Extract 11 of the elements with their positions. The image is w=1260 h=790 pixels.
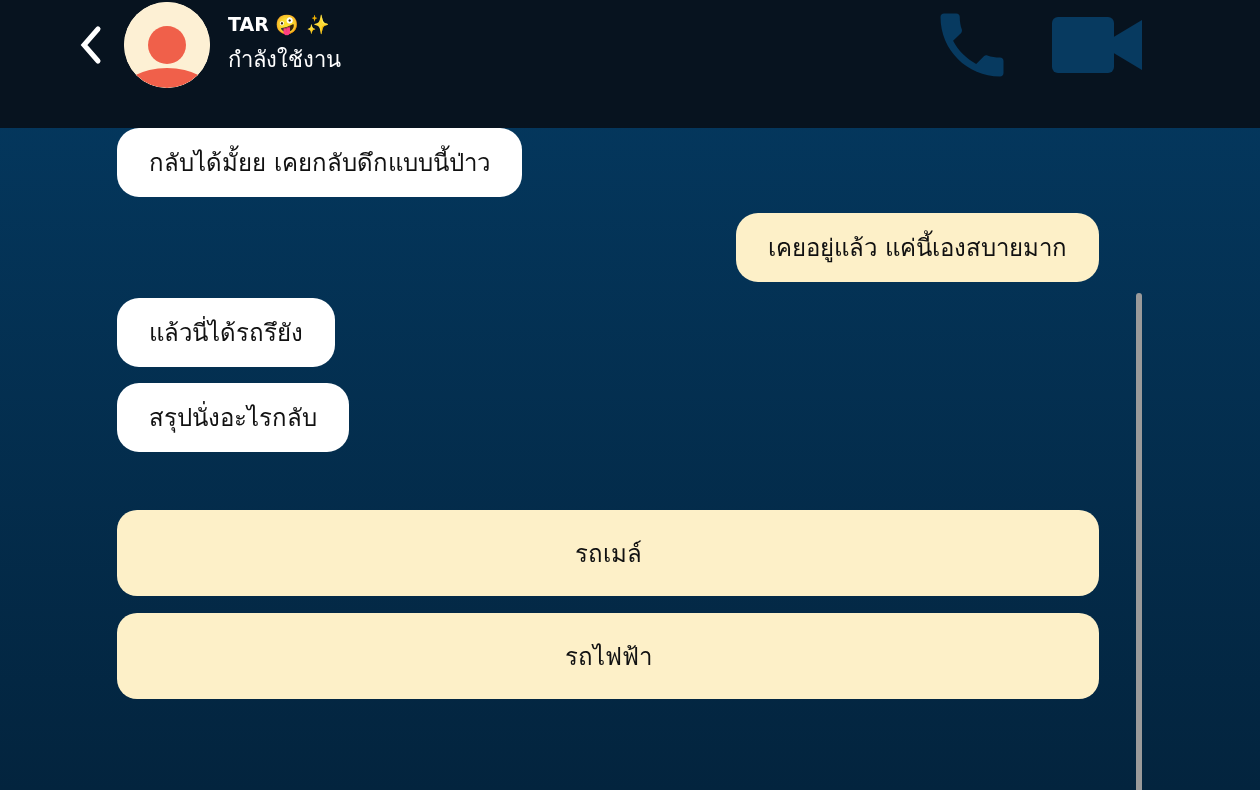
- received-message: แล้วนี่ได้รถรึยัง: [117, 298, 335, 367]
- avatar-icon: [124, 2, 210, 88]
- reply-option[interactable]: รถไฟฟ้า: [117, 613, 1099, 699]
- reply-option[interactable]: รถเมล์: [117, 510, 1099, 596]
- video-camera-icon[interactable]: [1052, 16, 1142, 74]
- received-message: สรุปนั่งอะไรกลับ: [117, 383, 349, 452]
- contact-name: TAR 🤪 ✨: [228, 13, 332, 36]
- status-text: กำลังใช้งาน: [228, 46, 341, 74]
- sent-message: เคยอยู่แล้ว แค่นี้เองสบายมาก: [736, 213, 1099, 282]
- received-message: กลับได้มั้ยย เคยกลับดึกแบบนี้ป่าว: [117, 128, 522, 197]
- scrollbar[interactable]: [1136, 293, 1142, 790]
